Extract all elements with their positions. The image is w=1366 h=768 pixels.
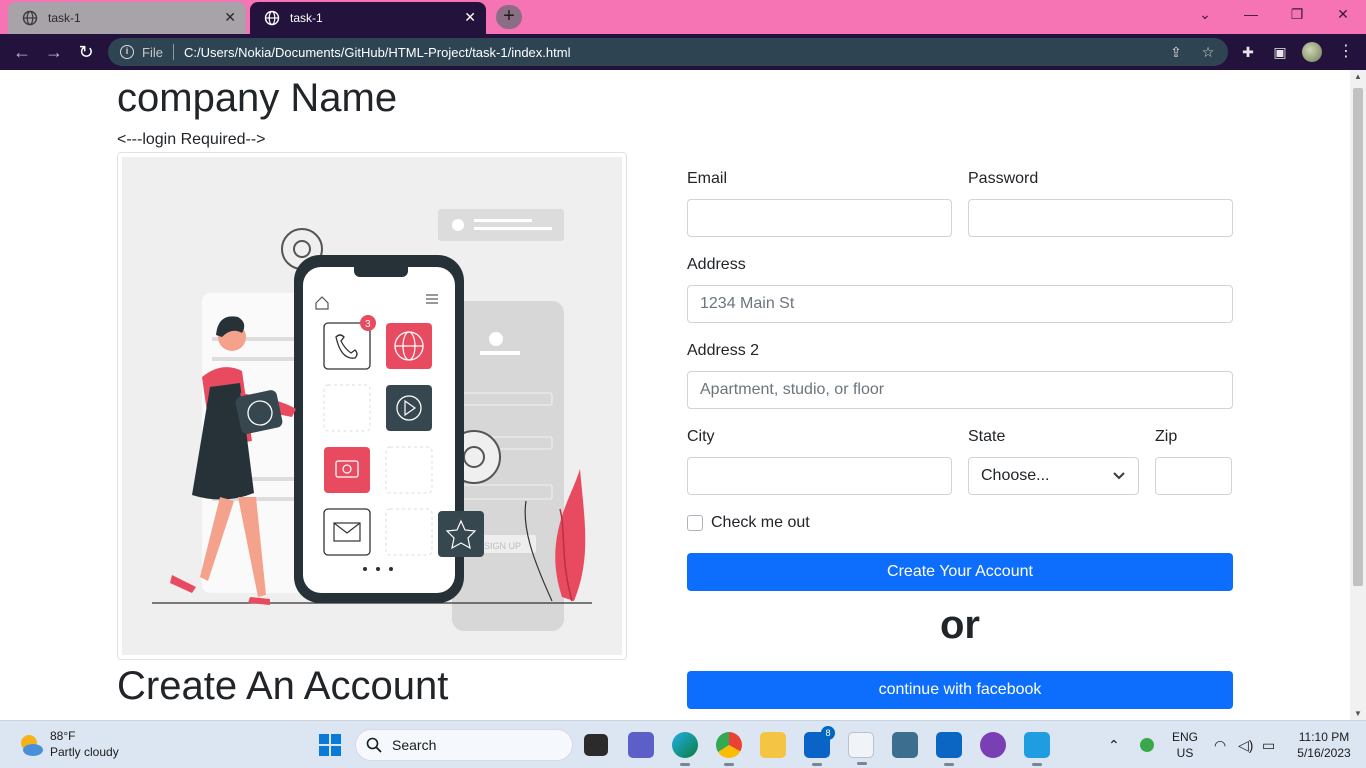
site-info-icon[interactable]: i	[120, 45, 134, 59]
wifi-icon[interactable]: ◠	[1214, 737, 1226, 754]
close-tab-icon[interactable]: ✕	[224, 10, 236, 24]
language-indicator[interactable]: ENG	[1168, 730, 1202, 744]
tray-app-icon[interactable]	[1140, 738, 1154, 752]
create-account-heading: Create An Account	[117, 664, 449, 708]
restore-icon[interactable]: ❐	[1287, 6, 1307, 23]
partly-cloudy-icon[interactable]	[18, 733, 44, 757]
file-explorer-icon[interactable]	[760, 732, 786, 758]
region-indicator[interactable]: US	[1168, 746, 1202, 760]
task-view-icon[interactable]	[584, 734, 608, 756]
password-label: Password	[968, 170, 1039, 187]
clock-time[interactable]: 11:10 PM	[1290, 730, 1358, 744]
browser-tab-inactive[interactable]: task-1 ✕	[8, 2, 246, 34]
sign-up-label: SIGN UP	[484, 541, 521, 551]
battery-icon[interactable]: ▭	[1262, 737, 1275, 754]
check-me-out-label[interactable]: Check me out	[711, 514, 810, 532]
close-window-icon[interactable]: ✕	[1333, 6, 1353, 23]
show-hidden-icons-chevron-icon[interactable]: ⌃	[1108, 737, 1120, 754]
minimize-icon[interactable]: —	[1241, 6, 1261, 22]
side-panel-icon[interactable]: ▣	[1272, 44, 1288, 60]
edge-icon[interactable]	[672, 732, 698, 766]
signup-illustration: SIGN UP 3	[122, 157, 622, 655]
address-bar[interactable]: i File C:/Users/Nokia/Documents/GitHub/H…	[108, 38, 1228, 66]
notification-badge: 3	[365, 319, 371, 330]
browser-menu-icon[interactable]: ⋮	[1338, 42, 1354, 62]
weather-description[interactable]: Partly cloudy	[50, 745, 119, 759]
zip-input[interactable]	[1155, 457, 1232, 495]
login-note: <---login Required-->	[117, 131, 266, 148]
scroll-down-icon[interactable]: ▼	[1354, 709, 1362, 718]
volume-icon[interactable]: ◁)	[1238, 737, 1253, 754]
signup-illustration-frame: SIGN UP 3	[117, 152, 627, 660]
address2-label: Address 2	[687, 342, 760, 359]
scroll-up-icon[interactable]: ▲	[1354, 72, 1362, 81]
create-account-button[interactable]: Create Your Account	[687, 553, 1233, 591]
forward-icon[interactable]: →	[44, 42, 64, 62]
tab-title: task-1	[48, 11, 81, 25]
browser-toolbar: ← → ↻ i File C:/Users/Nokia/Documents/Gi…	[0, 34, 1366, 70]
bookmark-star-icon[interactable]: ☆	[1200, 45, 1216, 61]
share-icon[interactable]: ⇪	[1168, 45, 1184, 61]
tab-title: task-1	[290, 11, 323, 25]
new-tab-button[interactable]: +	[496, 5, 522, 29]
vscode-icon[interactable]	[1024, 732, 1050, 766]
snipping-tool-icon[interactable]	[848, 732, 874, 765]
url-text[interactable]: C:/Users/Nokia/Documents/GitHub/HTML-Pro…	[184, 45, 571, 60]
email-label: Email	[687, 170, 728, 187]
search-icon	[366, 737, 382, 753]
profile-avatar[interactable]	[1302, 42, 1322, 62]
phone-app-illustration: SIGN UP 3	[152, 209, 592, 631]
tab-search-icon[interactable]: ⌄	[1195, 6, 1215, 23]
address-label: Address	[687, 256, 746, 273]
taskbar-search-box[interactable]: Search	[355, 729, 573, 761]
address2-input[interactable]: Apartment, studio, or floor	[687, 371, 1233, 409]
browser-tab-active[interactable]: task-1 ✕	[250, 2, 486, 34]
zip-label: Zip	[1155, 428, 1178, 445]
state-select[interactable]: Choose...	[968, 457, 1139, 495]
linkedin-icon[interactable]	[936, 732, 962, 766]
state-selected-value: Choose...	[981, 467, 1050, 484]
password-input[interactable]	[968, 199, 1233, 237]
chrome-icon[interactable]	[716, 732, 742, 766]
extensions-icon[interactable]: ✚	[1240, 44, 1256, 60]
email-input[interactable]	[687, 199, 952, 237]
mail-icon[interactable]: 8	[804, 726, 835, 766]
globe-icon	[264, 10, 280, 26]
back-icon[interactable]: ←	[12, 42, 32, 62]
globe-icon	[22, 10, 38, 26]
windows-start-icon[interactable]	[318, 733, 342, 757]
desktop-app-icon[interactable]	[892, 732, 918, 758]
state-label: State	[968, 428, 1006, 445]
page-scrollbar[interactable]: ▲ ▼	[1350, 70, 1366, 720]
page-viewport: company Name <---login Required--> SIGN …	[0, 70, 1350, 720]
facebook-button[interactable]: continue with facebook	[687, 671, 1233, 709]
check-me-out-checkbox[interactable]	[687, 515, 703, 531]
mail-badge: 8	[821, 726, 835, 740]
teams-chat-icon[interactable]	[628, 732, 654, 758]
chevron-down-icon	[1113, 472, 1125, 480]
scheme-label: File	[142, 44, 163, 60]
clock-date[interactable]: 5/16/2023	[1290, 746, 1358, 760]
address-divider	[172, 44, 174, 60]
windows-taskbar: 88°F Partly cloudy Search 8 ⌃ ENG US ◠ ◁…	[0, 720, 1366, 768]
close-tab-icon[interactable]: ✕	[464, 10, 476, 24]
city-input[interactable]	[687, 457, 952, 495]
city-label: City	[687, 428, 715, 445]
or-divider-text: or	[940, 603, 980, 647]
browser-tab-strip: task-1 ✕ task-1 ✕ + ⌄ — ❐ ✕	[0, 0, 1366, 34]
company-name-heading: company Name	[117, 76, 398, 120]
reload-icon[interactable]: ↻	[76, 42, 96, 62]
weather-temperature[interactable]: 88°F	[50, 729, 75, 743]
search-placeholder: Search	[392, 737, 437, 753]
scrollbar-thumb[interactable]	[1353, 88, 1363, 586]
address-input[interactable]: 1234 Main St	[687, 285, 1233, 323]
github-desktop-icon[interactable]	[980, 732, 1006, 758]
